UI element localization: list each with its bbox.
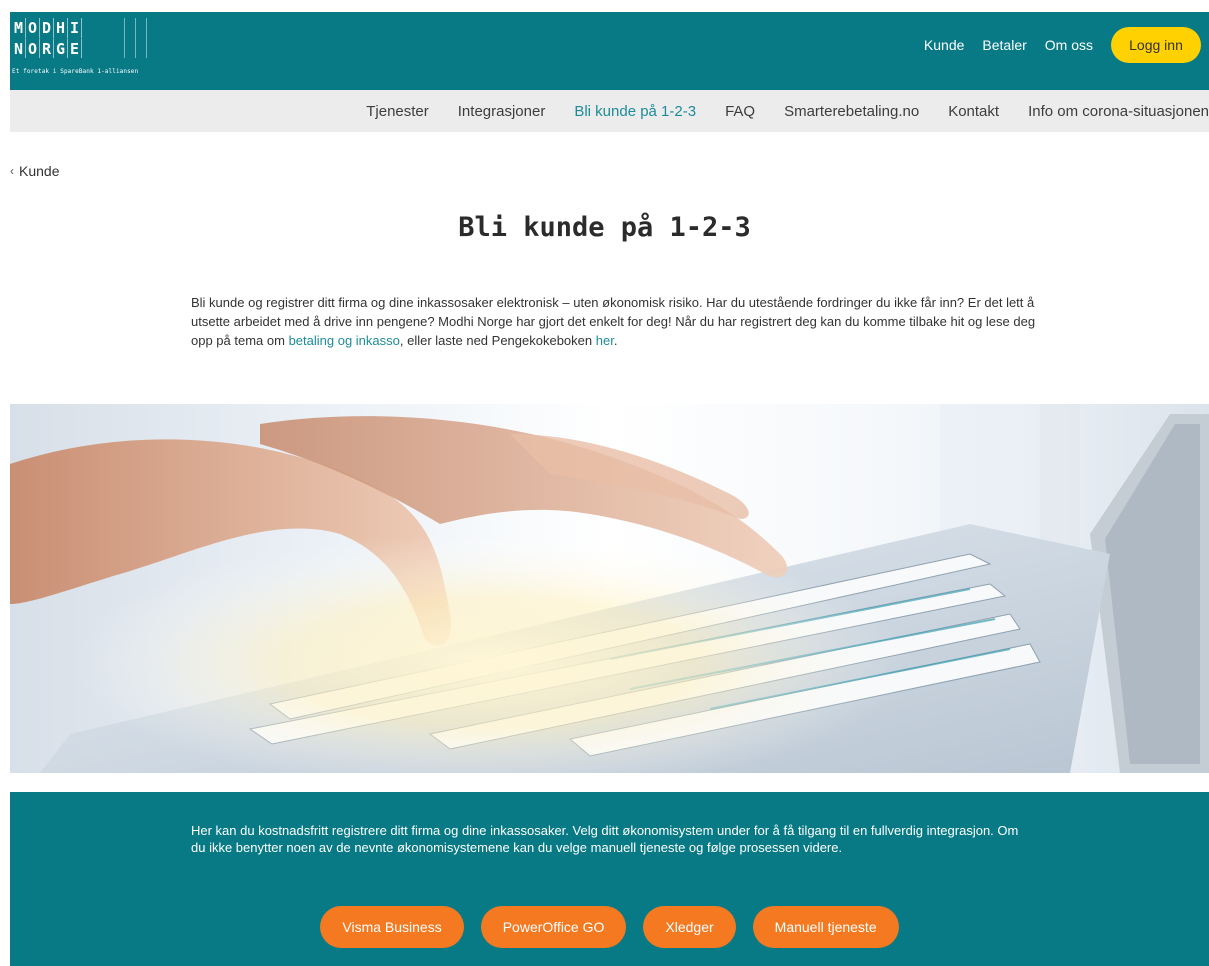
hero-image-hands-typing-on-laptop [10,404,1209,773]
top-nav-om-oss[interactable]: Om oss [1045,37,1093,53]
page-title: Bli kunde på 1-2-3 [458,212,751,243]
top-nav-kunde[interactable]: Kunde [924,37,964,53]
logo-letter: O [26,38,40,58]
nav-kontakt[interactable]: Kontakt [948,103,999,120]
link-pengekokeboken[interactable]: her [596,333,614,348]
intro-text-2: , eller laste ned Pengekokeboken [399,333,596,348]
top-nav-betaler[interactable]: Betaler [982,37,1026,53]
top-nav: Kunde Betaler Om oss Logg inn [924,12,1209,78]
logo-row-2: N O R G E [12,38,82,58]
secondary-nav: Tjenester Integrasjoner Bli kunde på 1-2… [10,90,1209,132]
nav-faq[interactable]: FAQ [725,103,755,120]
logo-row-1: M O D H I [12,18,82,38]
logo-tagline: Et foretak i SpareBank 1-alliansen [12,68,139,75]
login-button[interactable]: Logg inn [1111,27,1201,63]
logo-letter: G [54,38,68,58]
logo-letter: M [12,18,26,38]
secondary-nav-list: Tjenester Integrasjoner Bli kunde på 1-2… [366,90,1209,132]
logo-letter: I [68,18,82,38]
manuell-tjeneste-button[interactable]: Manuell tjeneste [752,906,899,948]
nav-corona-info[interactable]: Info om corona-situasjonen [1028,103,1209,120]
cta-description: Her kan du kostnadsfritt registrere ditt… [191,823,1019,855]
breadcrumb: ‹ Kunde [10,163,59,179]
logo-decorative-lines [124,18,160,58]
nav-tjenester[interactable]: Tjenester [366,103,429,120]
chevron-left-icon: ‹ [10,164,14,178]
logo-letter: D [40,18,54,38]
cta-button-group: Visma Business PowerOffice GO Xledger Ma… [10,906,1209,948]
logo-letter: E [68,38,82,58]
nav-integrasjoner[interactable]: Integrasjoner [458,103,546,120]
logo-letters: M O D H I N O R G E [12,18,82,58]
registration-cta-section: Her kan du kostnadsfritt registrere ditt… [10,792,1209,966]
logo-letter: H [54,18,68,38]
top-header: M O D H I N O R G E Et foretak i SpareBa… [10,12,1209,90]
nav-smarterebetaling[interactable]: Smarterebetaling.no [784,103,919,120]
logo-letter: R [40,38,54,58]
xledger-button[interactable]: Xledger [643,906,736,948]
visma-business-button[interactable]: Visma Business [320,906,464,948]
intro-text-3: . [613,333,618,348]
breadcrumb-link-kunde[interactable]: Kunde [19,163,59,179]
logo-letter: N [12,38,26,58]
poweroffice-go-button[interactable]: PowerOffice GO [480,906,627,948]
hero-illustration [10,404,1209,773]
nav-bli-kunde[interactable]: Bli kunde på 1-2-3 [574,103,696,120]
modhi-norge-logo[interactable]: M O D H I N O R G E Et foretak i SpareBa… [12,18,172,80]
link-betaling-og-inkasso[interactable]: betaling og inkasso [289,333,400,348]
intro-paragraph: Bli kunde og registrer ditt firma og din… [191,293,1041,350]
logo-letter: O [26,18,40,38]
